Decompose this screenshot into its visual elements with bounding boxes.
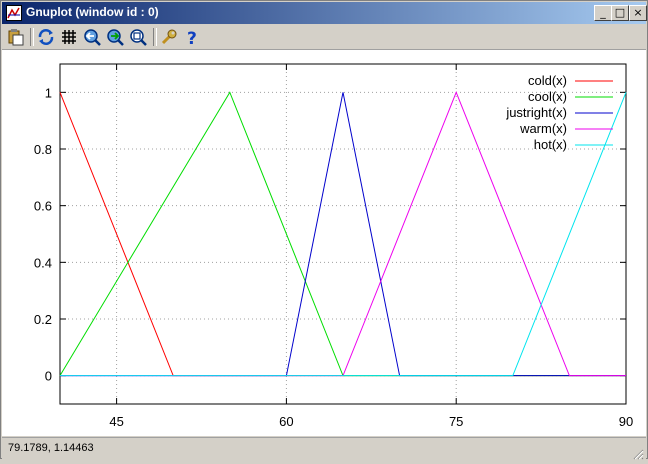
resize-grip-icon[interactable]	[632, 445, 644, 460]
replot-icon[interactable]	[36, 27, 56, 47]
legend-label: warm(x)	[519, 121, 567, 136]
legend-label: justright(x)	[505, 105, 567, 120]
mouse-coordinates-readout: 79.1789, 1.14463	[8, 442, 94, 454]
minimize-button[interactable]: _	[594, 5, 612, 21]
svg-text:?: ?	[187, 29, 197, 47]
toolbar: ?	[2, 25, 646, 50]
help-icon[interactable]: ?	[182, 27, 202, 49]
x-tick-label: 45	[109, 414, 123, 429]
toolbar-separator	[153, 28, 157, 46]
grid-icon[interactable]	[59, 27, 79, 47]
y-tick-label: 0.6	[34, 199, 52, 214]
gnuplot-window: Gnuplot (window id : 0) _ □ × ? 45 60 75…	[0, 0, 648, 460]
zoom-previous-icon[interactable]	[82, 27, 102, 47]
x-tick-label: 60	[279, 414, 293, 429]
x-tick-label: 75	[449, 414, 463, 429]
toolbar-separator	[30, 28, 34, 46]
legend-label: cool(x)	[528, 89, 567, 104]
y-tick-label: 1	[45, 85, 52, 100]
gnuplot-app-icon	[6, 5, 22, 21]
copy-to-clipboard-icon[interactable]	[6, 27, 26, 47]
options-wrench-icon[interactable]	[159, 27, 179, 47]
maximize-button[interactable]: □	[611, 5, 629, 21]
x-tick-label: 90	[619, 414, 633, 429]
autoscale-icon[interactable]	[128, 27, 148, 47]
y-tick-label: 0.8	[34, 142, 52, 157]
window-title: Gnuplot (window id : 0)	[26, 5, 159, 19]
status-bar: 79.1789, 1.14463	[2, 437, 646, 460]
title-bar[interactable]: Gnuplot (window id : 0) _ □ ×	[2, 2, 647, 24]
zoom-next-icon[interactable]	[105, 27, 125, 47]
plot-canvas[interactable]: 45 60 75 90 0 0.2 0.4 0.6 0.8 1 cold(x) cool(x) just…	[2, 50, 646, 436]
chart: 45 60 75 90 0 0.2 0.4 0.6 0.8 1 cold(x)cool(x)just…	[34, 63, 633, 429]
y-tick-label: 0.2	[34, 312, 52, 327]
y-tick-label: 0.4	[34, 255, 52, 270]
legend-label: cold(x)	[528, 73, 567, 88]
legend-label: hot(x)	[534, 137, 567, 152]
y-tick-label: 0	[45, 369, 52, 384]
close-button[interactable]: ×	[629, 5, 647, 21]
